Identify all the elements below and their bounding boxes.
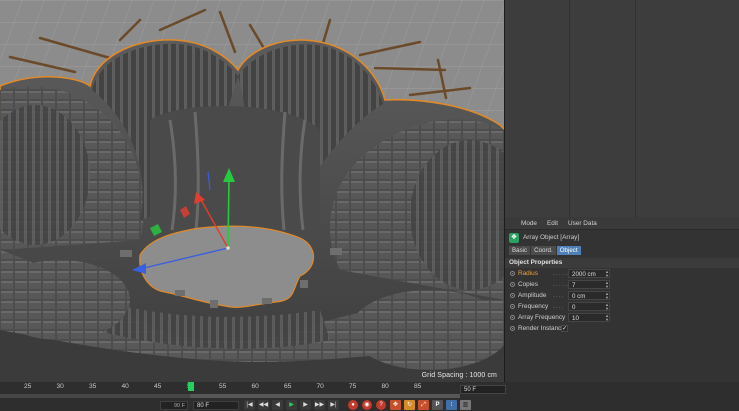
min-frame-field[interactable]: 90 F [160, 401, 188, 410]
property-copies: Copies ........ 7 ▲ ▼ [505, 279, 739, 290]
viewport-border [0, 0, 505, 382]
property-leader: .... [553, 303, 565, 310]
property-label: Amplitude [518, 292, 547, 299]
property-render-instances: Render Instances ✓ [505, 323, 739, 334]
radius-field[interactable]: 2000 cm [568, 269, 610, 278]
attribute-tabs: Basic Coord. Object [505, 245, 739, 255]
spinner-icon[interactable]: ▲ ▼ [605, 314, 609, 322]
ruler-tick-label: 75 [349, 383, 357, 390]
ruler-tick-label: 45 [154, 383, 162, 390]
attribute-menu-bar: Mode Edit User Data [505, 217, 739, 230]
prev-key-icon[interactable]: ◀◀ [258, 400, 269, 410]
film-icon[interactable]: ▥ [460, 400, 471, 410]
property-radius: Radius ......... 2000 cm ▲ ▼ [505, 268, 739, 279]
section-title: Object Properties [505, 258, 739, 268]
object-title-row: ❖ Array Object [Array] [505, 230, 739, 245]
animate-toggle-icon[interactable] [510, 282, 515, 287]
tab-object[interactable]: Object [556, 245, 581, 255]
playhead-marker[interactable] [188, 382, 194, 391]
autokey-icon[interactable]: ◉ [362, 400, 372, 410]
attribute-manager: Mode Edit User Data ❖ Array Object [Arra… [505, 217, 739, 382]
ruler-tick-label: 80 [381, 383, 389, 390]
ruler-tick-label: 40 [121, 383, 129, 390]
tab-coord[interactable]: Coord. [531, 245, 556, 255]
animate-toggle-icon[interactable] [510, 293, 515, 298]
timeline-ruler[interactable]: 25303540455055606570758085 [0, 382, 460, 392]
ruler-tick-label: 55 [219, 383, 227, 390]
property-label: Array Frequency [518, 314, 566, 321]
property-frequency: Frequency .... 0 ▲ ▼ [505, 301, 739, 312]
animate-toggle-icon[interactable] [510, 304, 515, 309]
3d-viewport[interactable]: Grid Spacing : 1000 cm [0, 0, 505, 382]
play-icon[interactable]: ▶ [286, 400, 297, 410]
animate-toggle-icon[interactable] [510, 271, 515, 276]
object-manager-panel[interactable] [505, 0, 739, 217]
ruler-tick-label: 35 [89, 383, 97, 390]
copies-field[interactable]: 7 [568, 280, 610, 289]
max-frame-field[interactable]: 80 F [193, 401, 239, 410]
amplitude-field[interactable]: 0 cm [568, 291, 610, 300]
property-label: Copies [518, 281, 538, 288]
ruler-tick-label: 25 [24, 383, 32, 390]
property-array-frequency: Array Frequency 10 ▲ ▼ [505, 312, 739, 323]
current-frame-field[interactable]: 50 F [460, 385, 506, 394]
ruler-tick-label: 60 [251, 383, 259, 390]
property-leader: .... [553, 292, 565, 299]
keyframe-selection-icon[interactable]: ? [376, 400, 386, 410]
menu-user-data[interactable]: User Data [568, 220, 597, 227]
ruler-tick-label: 85 [414, 383, 422, 390]
timeline: 25303540455055606570758085 50 F 90 F 80 … [0, 382, 739, 411]
spinner-icon[interactable]: ▲ ▼ [605, 281, 609, 289]
panel-divider [635, 0, 636, 217]
object-title: Array Object [Array] [523, 234, 580, 241]
property-amplitude: Amplitude .... 0 cm ▲ ▼ [505, 290, 739, 301]
render-instances-checkbox[interactable]: ✓ [561, 325, 568, 332]
animate-toggle-icon[interactable] [510, 326, 515, 331]
spinner-icon[interactable]: ▲ ▼ [605, 303, 609, 311]
scale-key-icon[interactable]: ⤢ [418, 400, 429, 410]
preview-range-bar[interactable] [0, 394, 460, 398]
tab-basic[interactable]: Basic [509, 245, 531, 255]
spinner-icon[interactable]: ▲ ▼ [605, 292, 609, 300]
array-object-icon: ❖ [509, 232, 519, 243]
animate-toggle-icon[interactable] [510, 315, 515, 320]
spinner-icon[interactable]: ▲ ▼ [605, 270, 609, 278]
transport-controls: 90 F 80 F |◀ ◀◀ ◀ ▶ ▶ ▶▶ ▶| ● ◉? ✥ ↻ ⤢ P ⁝ ▥ [0, 399, 739, 411]
prev-frame-icon[interactable]: ◀ [272, 400, 283, 410]
property-label: Radius [518, 270, 538, 277]
next-key-icon[interactable]: ▶▶ [314, 400, 325, 410]
record-icon[interactable]: ● [348, 400, 358, 410]
frequency-field[interactable]: 0 [568, 302, 610, 311]
point-level-icon[interactable]: ⁝ [446, 400, 457, 410]
move-key-icon[interactable]: ✥ [390, 400, 401, 410]
param-key-icon[interactable]: P [432, 400, 443, 410]
menu-mode[interactable]: Mode [521, 220, 537, 227]
next-frame-icon[interactable]: ▶ [300, 400, 311, 410]
ruler-tick-label: 30 [56, 383, 64, 390]
property-label: Frequency [518, 303, 549, 310]
go-to-end-icon[interactable]: ▶| [328, 400, 339, 410]
ruler-tick-label: 70 [316, 383, 324, 390]
go-to-start-icon[interactable]: |◀ [244, 400, 255, 410]
ruler-tick-label: 65 [284, 383, 292, 390]
rotate-key-icon[interactable]: ↻ [404, 400, 415, 410]
array-frequency-field[interactable]: 10 [568, 313, 610, 322]
panel-divider [569, 0, 570, 217]
menu-edit[interactable]: Edit [547, 220, 558, 227]
